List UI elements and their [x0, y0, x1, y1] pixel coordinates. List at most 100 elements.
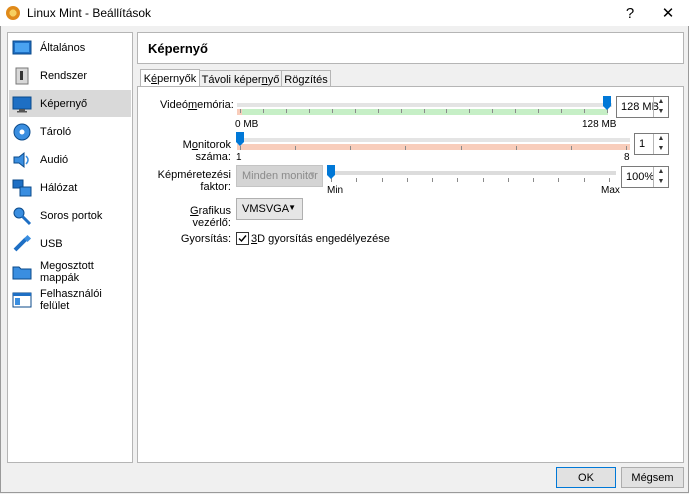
- monitors-min-label: 1: [236, 152, 242, 163]
- graphics-controller-select[interactable]: VMSVGA ▼: [236, 198, 303, 220]
- slider-tick: [538, 109, 540, 113]
- window-title: Linux Mint - Beállítások: [27, 6, 152, 20]
- scale-factor-max-label: Max: [601, 185, 620, 196]
- slider-tick: [262, 109, 264, 113]
- spin-up-icon[interactable]: ▲: [654, 97, 668, 107]
- slider-tick: [492, 109, 494, 113]
- sidebar-item-general[interactable]: Általános: [9, 34, 131, 61]
- 3d-acceleration-label[interactable]: 3D gyorsítás engedélyezése: [251, 233, 390, 245]
- slider-tick: [457, 178, 459, 182]
- sidebar-item-network[interactable]: Hálózat: [9, 174, 131, 201]
- slider-tick: [400, 109, 402, 113]
- slider-tick: [285, 109, 287, 113]
- monitors-groove: [237, 138, 630, 142]
- slider-tick: [583, 178, 585, 182]
- spin-down-icon[interactable]: ▼: [654, 107, 668, 117]
- slider-tick: [381, 178, 383, 182]
- page-header: Képernyő: [137, 32, 684, 64]
- slider-tick: [609, 178, 610, 182]
- scale-factor-slider-handle[interactable]: [327, 165, 335, 179]
- chevron-down-icon: ▼: [308, 170, 316, 179]
- serial-ports-icon: [13, 207, 32, 225]
- network-icon: [12, 179, 32, 196]
- scale-factor-groove: [328, 171, 616, 175]
- acceleration-label: Gyorsítás:: [180, 233, 231, 245]
- spin-down-icon[interactable]: ▼: [654, 177, 668, 187]
- user-interface-icon: [12, 292, 32, 307]
- slider-tick: [570, 146, 572, 150]
- video-memory-label: Videómemória:: [160, 99, 234, 111]
- 3d-acceleration-checkbox[interactable]: [236, 232, 249, 245]
- sidebar-item-label: Megosztott mappák: [40, 259, 94, 284]
- sidebar-item-label: Tároló: [40, 125, 72, 138]
- sidebar-item-storage[interactable]: Tároló: [9, 118, 131, 145]
- slider-tick: [446, 109, 448, 113]
- sidebar-item-label: Felhasználói felület: [40, 287, 102, 312]
- sidebar-item-usb[interactable]: USB: [9, 230, 131, 257]
- slider-tick: [626, 146, 627, 150]
- slider-tick: [356, 178, 358, 182]
- slider-tick: [558, 178, 560, 182]
- sidebar-item-label: Hálózat: [40, 181, 78, 194]
- checkmark-icon: [238, 235, 247, 243]
- monitors-slider-handle[interactable]: [236, 132, 244, 146]
- sidebar-item-user-interface[interactable]: Felhasználói felület: [9, 286, 131, 313]
- scale-factor-label: Képméretezési faktor:: [157, 169, 231, 193]
- graphics-controller-label: Grafikus vezérlő:: [190, 205, 231, 229]
- monitors-label: Monitorok száma:: [182, 139, 231, 163]
- slider-tick: [405, 146, 407, 150]
- spin-up-icon[interactable]: ▲: [654, 167, 668, 177]
- monitors-spinbox[interactable]: 1 ▲ ▼: [634, 133, 669, 155]
- slider-tick: [432, 178, 434, 182]
- sidebar-item-label: Általános: [40, 41, 86, 54]
- scale-factor-spinbox[interactable]: 100% ▲ ▼: [621, 166, 669, 188]
- usb-icon: [13, 234, 32, 251]
- title-bar: Linux Mint - Beállítások ? ✕: [0, 0, 689, 26]
- general-icon: [12, 40, 32, 54]
- video-memory-spinbox[interactable]: 128 MB ▲ ▼: [616, 96, 669, 118]
- monitors-value: 1: [639, 138, 646, 150]
- sidebar-item-system[interactable]: Rendszer: [9, 62, 131, 89]
- slider-tick: [469, 109, 471, 113]
- sidebar-item-label: Audió: [40, 153, 69, 166]
- slider-tick: [423, 109, 425, 113]
- sidebar-item-label: USB: [40, 237, 63, 250]
- slider-tick: [377, 109, 379, 113]
- system-icon: [15, 67, 29, 84]
- monitors-max-label: 8: [624, 152, 630, 163]
- sidebar-item-serial-ports[interactable]: Soros portok: [9, 202, 131, 229]
- video-memory-max-label: 128 MB: [582, 119, 617, 130]
- slider-tick: [295, 146, 297, 150]
- slider-tick: [482, 178, 484, 182]
- scale-factor-value: 100%: [626, 171, 655, 183]
- slider-tick: [584, 109, 586, 113]
- video-memory-groove: [237, 103, 612, 107]
- help-button[interactable]: ?: [610, 0, 650, 26]
- sidebar-item-display[interactable]: Képernyő: [9, 90, 131, 117]
- sidebar-item-label: Rendszer: [40, 69, 88, 82]
- audio-icon: [13, 151, 29, 168]
- slider-tick: [350, 146, 352, 150]
- slider-tick: [406, 178, 408, 182]
- slider-tick: [507, 178, 509, 182]
- ok-button[interactable]: OK: [556, 467, 616, 488]
- scale-factor-min-label: Min: [327, 185, 344, 196]
- spin-down-icon[interactable]: ▼: [654, 144, 668, 154]
- slider-tick: [308, 109, 310, 113]
- sidebar-item-audio[interactable]: Audió: [9, 146, 131, 173]
- sidebar: Általános Rendszer Képernyő Tároló Audió…: [7, 32, 133, 463]
- cancel-button[interactable]: Mégsem: [621, 467, 684, 488]
- close-button[interactable]: ✕: [648, 0, 688, 26]
- spin-up-icon[interactable]: ▲: [654, 134, 668, 144]
- slider-tick: [240, 146, 241, 150]
- sidebar-item-shared-folders[interactable]: Megosztott mappák: [9, 258, 131, 285]
- slider-tick: [515, 146, 517, 150]
- slider-tick: [460, 146, 462, 150]
- storage-icon: [13, 123, 31, 140]
- video-memory-min-label: 0 MB: [235, 119, 259, 130]
- app-icon: [6, 6, 20, 20]
- slider-tick: [561, 109, 563, 113]
- slider-tick: [331, 109, 333, 113]
- video-memory-slider-handle[interactable]: [603, 96, 611, 110]
- scale-monitor-combo: Minden monitor ▼: [236, 165, 323, 187]
